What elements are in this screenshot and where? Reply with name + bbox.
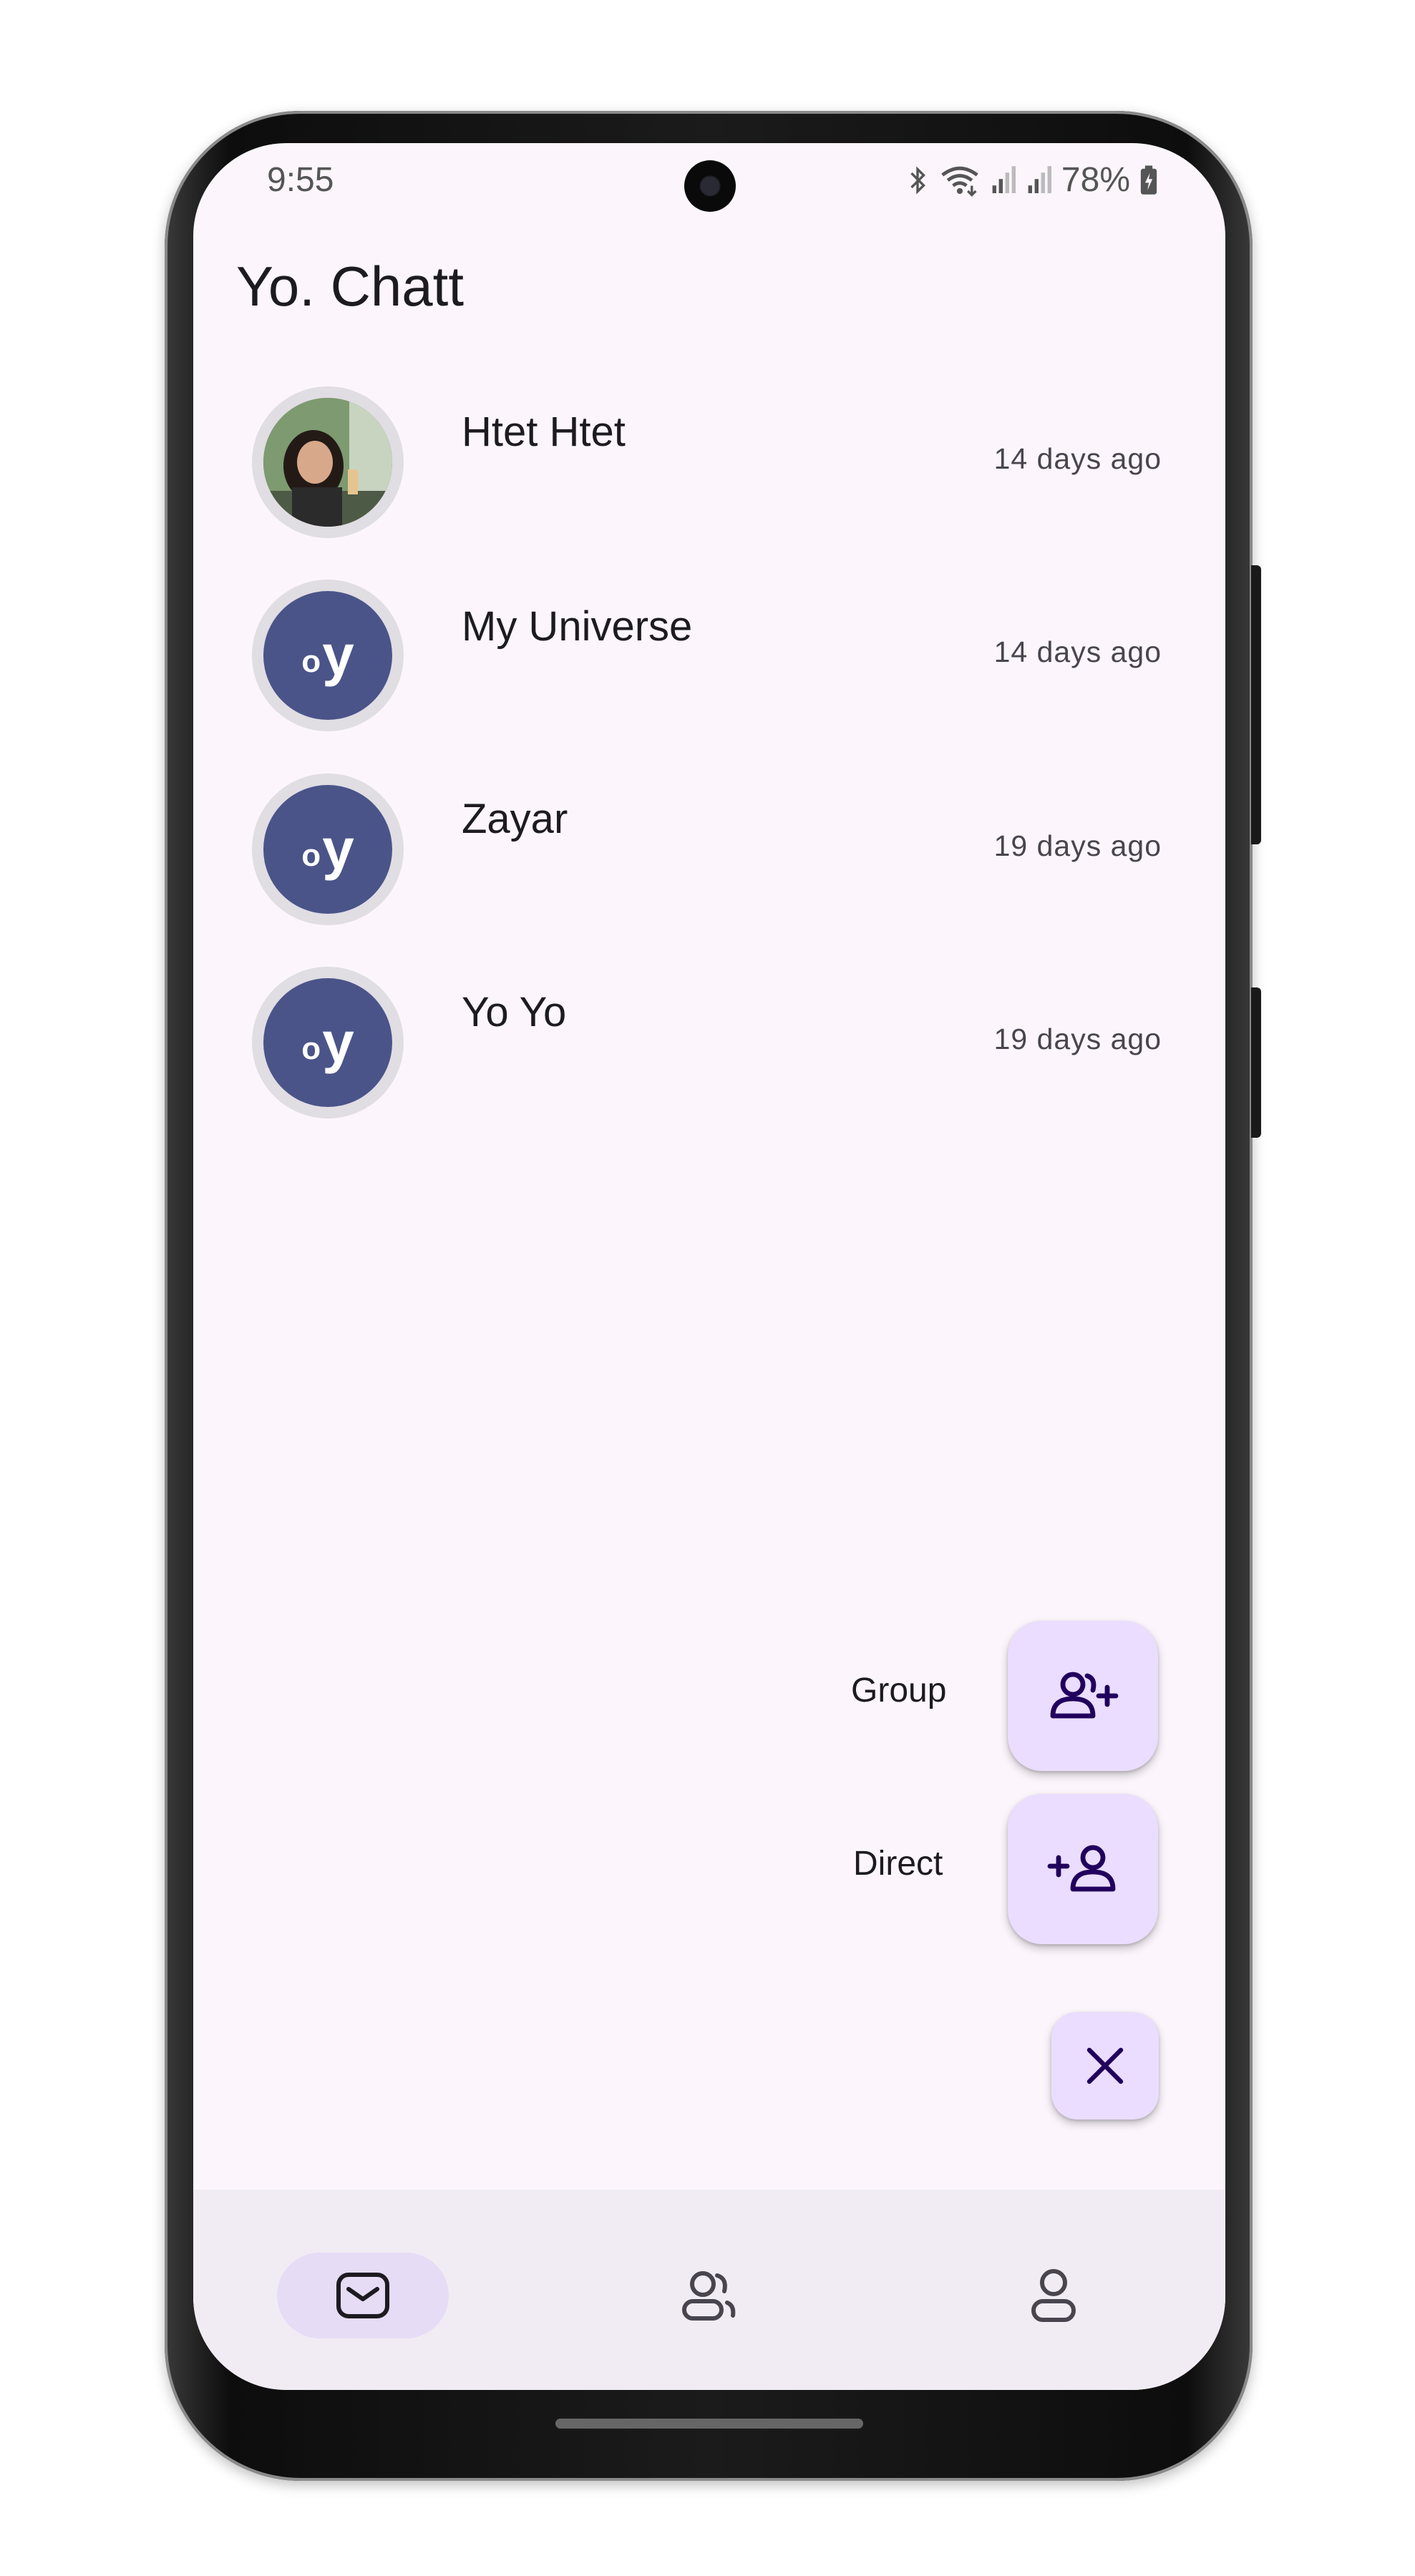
new-direct-chat-button[interactable] [1008, 1794, 1158, 1944]
status-time: 9:55 [267, 161, 334, 199]
close-icon [1086, 2047, 1124, 2084]
chat-list-item[interactable]: o y Yo Yo 19 days ago [193, 960, 1225, 1153]
bottom-navigation [193, 2190, 1225, 2390]
logo-small: o [301, 838, 321, 873]
app-title: Yo. Chatt [236, 255, 465, 318]
front-camera [684, 160, 736, 212]
logo-big: y [322, 1010, 354, 1074]
app-logo-avatar: o y [263, 978, 392, 1107]
avatar: o y [252, 580, 404, 731]
avatar: o y [252, 774, 404, 925]
contacts-icon [682, 2271, 736, 2321]
chat-list-item[interactable]: o y Zayar 19 days ago [193, 766, 1225, 960]
app-logo-avatar: o y [263, 591, 392, 720]
avatar-photo [263, 398, 392, 527]
home-indicator[interactable] [555, 2419, 863, 2429]
battery-icon [1140, 165, 1157, 195]
close-fab-menu-button[interactable] [1051, 2012, 1159, 2119]
chat-time: 19 days ago [993, 829, 1162, 862]
signal-icon-2 [1028, 165, 1051, 193]
power-button [1251, 565, 1261, 844]
logo-big: y [322, 817, 354, 881]
volume-button [1251, 987, 1261, 1138]
chat-time: 19 days ago [993, 1023, 1162, 1055]
chat-name: Yo Yo [462, 989, 567, 1035]
chat-time: 14 days ago [993, 635, 1162, 668]
chat-time: 14 days ago [993, 442, 1162, 475]
logo-big: y [322, 623, 354, 687]
signal-icon [992, 165, 1016, 193]
wifi-icon [941, 166, 978, 197]
profile-icon [1031, 2269, 1076, 2322]
screen: 9:55 78% Yo. Chatt Htet Htet 14 days ago… [193, 143, 1225, 2390]
new-group-button[interactable] [1008, 1621, 1158, 1771]
avatar [252, 386, 404, 538]
chat-name: My Universe [462, 603, 693, 650]
status-bar: 9:55 78% [193, 143, 1225, 229]
chat-list-item[interactable]: Htet Htet 14 days ago [193, 379, 1225, 572]
status-icons: 78% [905, 160, 1157, 200]
battery-percent: 78% [1061, 161, 1130, 199]
avatar: o y [252, 967, 404, 1118]
bluetooth-icon [910, 165, 925, 195]
nav-item-contacts[interactable] [623, 2253, 794, 2338]
group-add-icon [1050, 1672, 1119, 1719]
app-logo-avatar: o y [263, 785, 392, 914]
logo-small: o [301, 1031, 321, 1066]
fab-group-label[interactable]: Group [851, 1671, 946, 1710]
mail-icon [336, 2273, 389, 2318]
person-photo-icon [263, 398, 392, 527]
nav-item-profile[interactable] [968, 2253, 1139, 2338]
chat-list-item[interactable]: o y My Universe 14 days ago [193, 572, 1225, 766]
chat-name: Htet Htet [462, 409, 626, 455]
person-add-icon [1047, 1845, 1116, 1892]
logo-small: o [301, 644, 321, 679]
nav-item-chats[interactable] [277, 2253, 449, 2338]
chat-name: Zayar [462, 796, 568, 842]
fab-direct-label[interactable]: Direct [853, 1844, 943, 1883]
